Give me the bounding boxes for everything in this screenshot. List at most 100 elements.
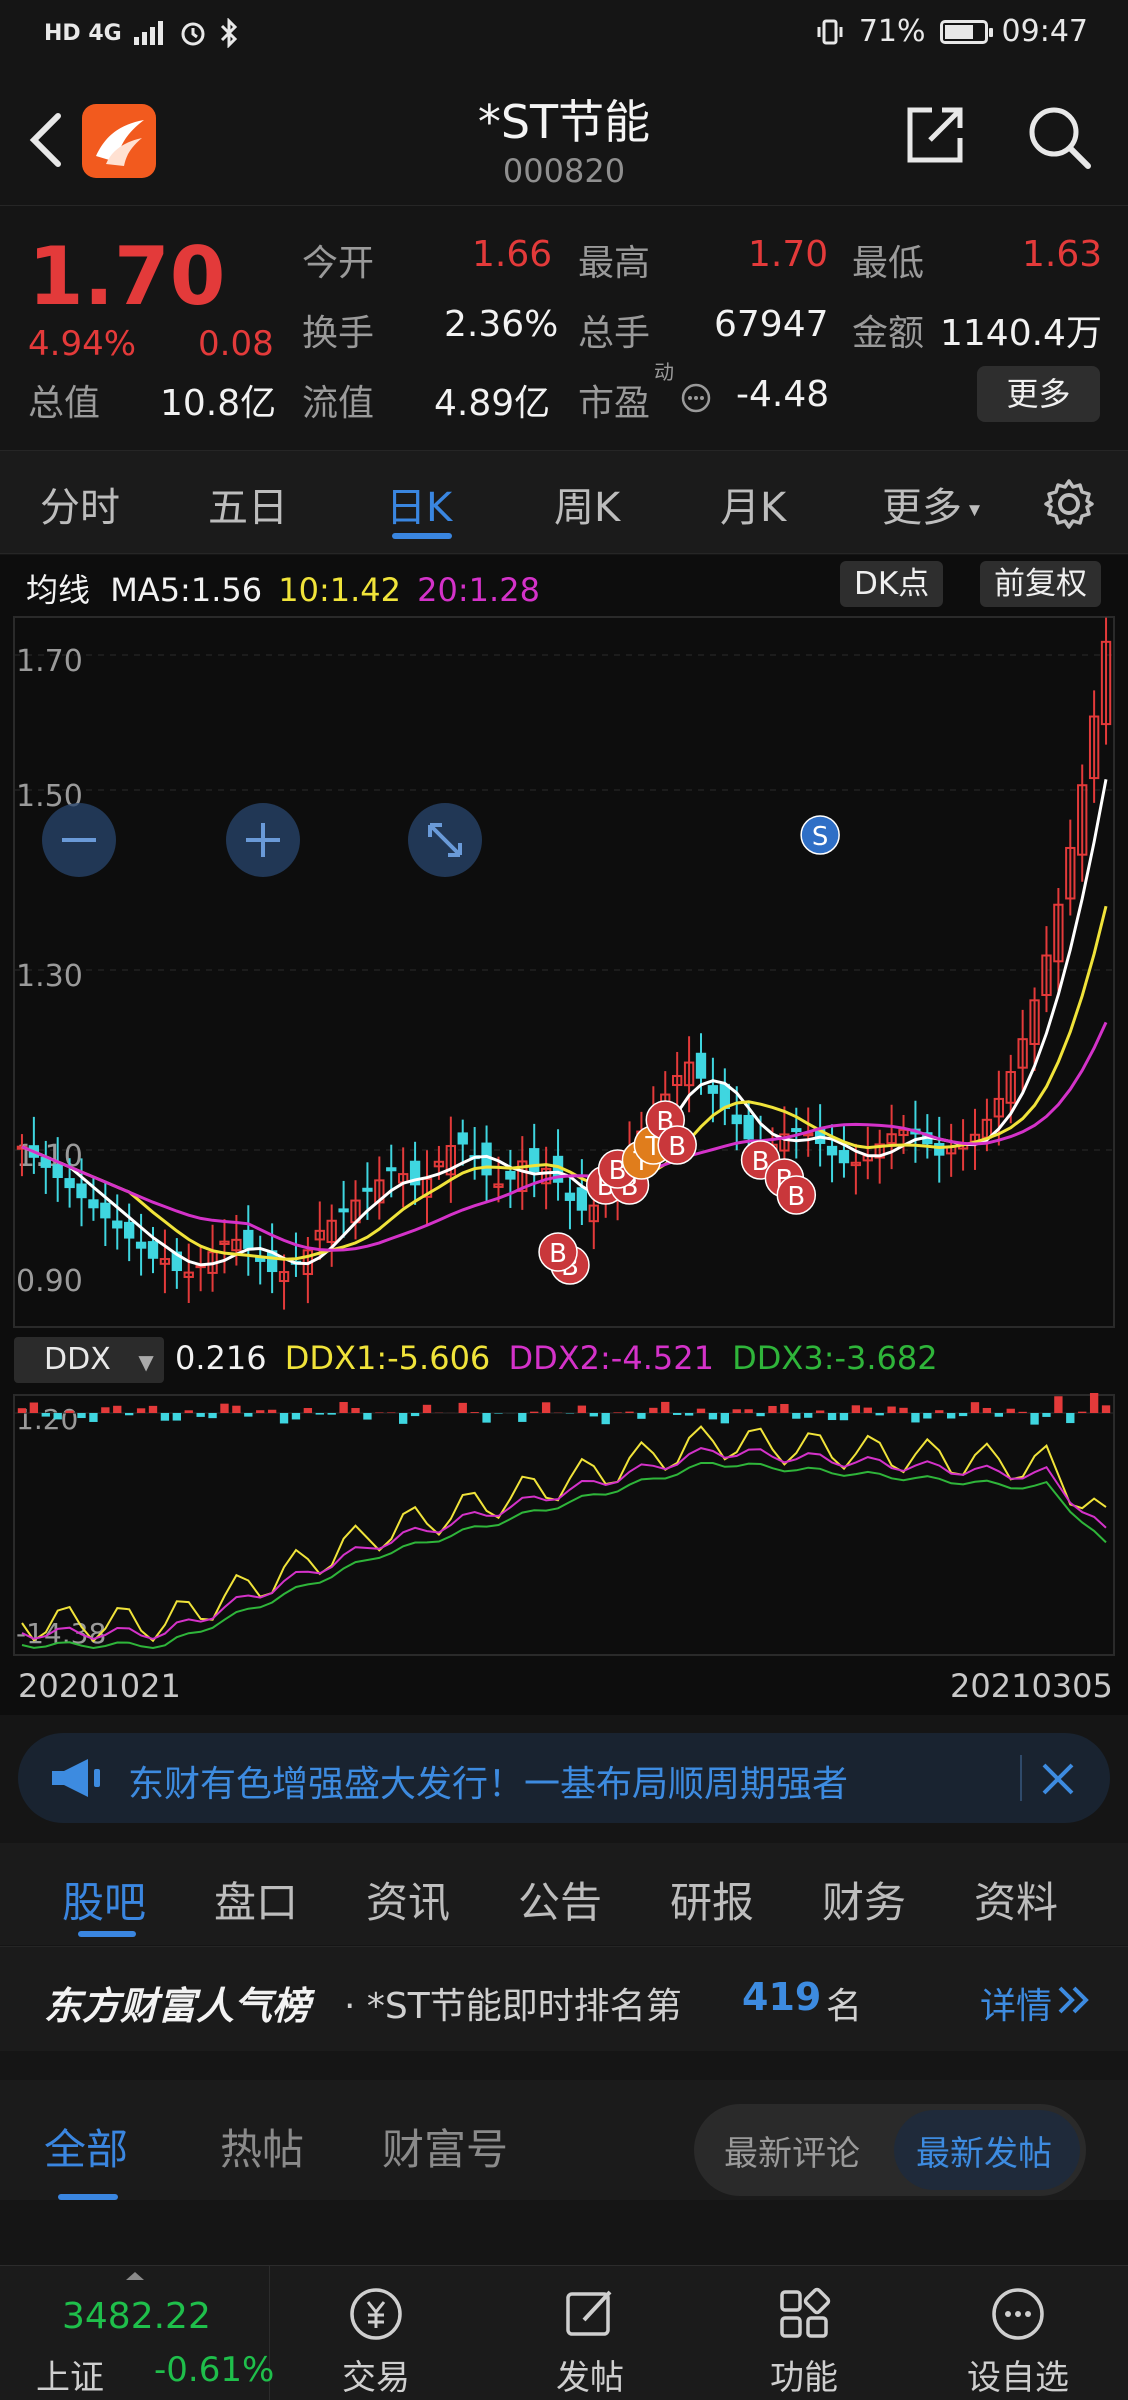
tab-daily-k[interactable]: 日K bbox=[386, 475, 452, 533]
y-tick-label: 1.30 bbox=[16, 959, 83, 994]
tab-finance[interactable]: 财务 bbox=[822, 1869, 906, 1930]
ddx-bar bbox=[29, 1402, 39, 1413]
tab-hot[interactable]: 热帖 bbox=[220, 2116, 304, 2177]
zoom-in-button[interactable] bbox=[226, 803, 300, 877]
battery-icon bbox=[939, 19, 993, 44]
info-tabs: 股吧 盘口 资讯 公告 研报 财务 资料 bbox=[0, 1843, 1128, 1945]
tab-weekly-k[interactable]: 周K bbox=[554, 475, 620, 533]
ddx-indicator-chart[interactable]: 1.20-14.38 bbox=[0, 1393, 1128, 1675]
candlestick-chart[interactable]: 1.701.501.301.100.90BBBBBTTBBBBBS bbox=[0, 615, 1128, 1335]
ddx2-line bbox=[21, 1447, 1107, 1641]
fullscreen-button[interactable] bbox=[408, 803, 482, 877]
total-mv-label: 总值 bbox=[28, 383, 101, 424]
ddx-bar bbox=[1006, 1408, 1015, 1413]
date-end: 20210305 bbox=[950, 1667, 1113, 1705]
tab-announcements[interactable]: 公告 bbox=[518, 1869, 602, 1930]
tab-profile[interactable]: 资料 bbox=[974, 1869, 1058, 1930]
ddx-bar bbox=[375, 1412, 384, 1413]
dk-point-button[interactable]: DK点 bbox=[840, 561, 944, 607]
low-value: 1.63 bbox=[1022, 234, 1103, 275]
last-price: 1.70 bbox=[28, 230, 226, 323]
ddx-frame bbox=[13, 1394, 1115, 1656]
ddx-legend: 0.216 DDX1:-5.606 DDX2:-4.521 DDX3:-3.68… bbox=[175, 1339, 938, 1377]
nav-functions[interactable]: 功能 bbox=[704, 2266, 904, 2400]
settings-gear-icon[interactable] bbox=[1042, 477, 1096, 531]
ddx-bar bbox=[518, 1413, 527, 1422]
candle-body bbox=[695, 1052, 707, 1079]
index-value: 3482.22 bbox=[62, 2296, 211, 2337]
tab-pankou[interactable]: 盘口 bbox=[214, 1869, 298, 1930]
tab-news[interactable]: 资讯 bbox=[366, 1869, 450, 1930]
tab-research[interactable]: 研报 bbox=[670, 1869, 754, 1930]
high-value: 1.70 bbox=[748, 234, 829, 275]
more-button[interactable]: 更多 bbox=[977, 366, 1100, 422]
caret-down-icon: ▼ bbox=[138, 1350, 154, 1374]
ddx-bar bbox=[649, 1407, 658, 1413]
ddx-bar bbox=[136, 1408, 146, 1413]
ddx-bar bbox=[89, 1413, 98, 1422]
zoom-out-button[interactable] bbox=[42, 803, 116, 877]
tab-monthly-k[interactable]: 月K bbox=[720, 475, 786, 533]
pe-superscript: 动 bbox=[654, 360, 674, 384]
price-adjust-button[interactable]: 前复权 bbox=[980, 561, 1101, 607]
search-icon[interactable] bbox=[1024, 102, 1094, 172]
ddx-bar bbox=[899, 1407, 908, 1413]
candle-body bbox=[112, 1220, 123, 1229]
sort-latest-comment[interactable]: 最新评论 bbox=[724, 2126, 860, 2175]
indicator-select[interactable]: DDX ▼ bbox=[14, 1337, 164, 1383]
index-ticker[interactable]: 3482.22 上证 -0.61% bbox=[0, 2266, 274, 2400]
candle-body bbox=[838, 1150, 850, 1164]
rank-detail-link[interactable]: 详情 bbox=[980, 1977, 1052, 2029]
volume-value: 67947 bbox=[714, 304, 829, 345]
tab-more[interactable]: 更多 ▾ bbox=[882, 475, 980, 533]
megaphone-icon bbox=[52, 1759, 100, 1797]
nav-trade[interactable]: 交易 bbox=[276, 2266, 476, 2400]
sort-latest-post[interactable]: 最新发帖 bbox=[916, 2126, 1052, 2175]
nav-post[interactable]: 发帖 bbox=[490, 2266, 690, 2400]
ddx-bar bbox=[1054, 1396, 1063, 1413]
kline-chart-panel: 均线 MA5:1.56 10:1.42 20:1.28 DK点 前复权 1.70… bbox=[0, 555, 1128, 1715]
nav-add-watchlist[interactable]: 设自选 bbox=[918, 2266, 1118, 2400]
close-icon[interactable] bbox=[1038, 1759, 1078, 1799]
ddx-bar bbox=[422, 1404, 432, 1413]
ddx-bar bbox=[827, 1413, 837, 1421]
minus-icon bbox=[62, 838, 96, 842]
ddx-bar bbox=[232, 1405, 241, 1413]
ddx-bar bbox=[970, 1402, 980, 1413]
nav-post-label: 发帖 bbox=[556, 2358, 624, 2398]
low-label: 最低 bbox=[852, 243, 925, 284]
amount-label: 金额 bbox=[852, 313, 925, 354]
candle-body bbox=[791, 1128, 802, 1133]
chart-frame bbox=[13, 616, 1115, 1328]
candle-body bbox=[135, 1241, 147, 1249]
popularity-rank-bar[interactable]: 东方财富人气榜 · *ST节能即时排名第 419 名 详情 bbox=[0, 1946, 1128, 2051]
tab-wealth-account[interactable]: 财富号 bbox=[382, 2116, 508, 2177]
more-dots-icon[interactable] bbox=[680, 382, 712, 414]
candle-body bbox=[707, 1085, 719, 1094]
promo-banner[interactable]: 东财有色增强盛大发行！一基布局顺周期强者 bbox=[18, 1733, 1110, 1823]
candle-body bbox=[338, 1208, 349, 1213]
tab-guba[interactable]: 股吧 bbox=[62, 1869, 146, 1930]
ddx-bar bbox=[541, 1402, 551, 1413]
signal-icon bbox=[133, 21, 163, 45]
candle-body bbox=[100, 1202, 111, 1219]
candle-body bbox=[243, 1229, 254, 1249]
nav-functions-label: 功能 bbox=[770, 2358, 838, 2398]
ddx-bar bbox=[589, 1413, 598, 1417]
alarm-icon bbox=[181, 22, 205, 46]
tab-intraday[interactable]: 分时 bbox=[40, 475, 120, 533]
share-icon[interactable] bbox=[904, 104, 966, 166]
ddx-bar bbox=[172, 1413, 181, 1421]
buy-signal-marker-label: B bbox=[787, 1182, 805, 1212]
ma20-line bbox=[21, 1021, 1108, 1252]
clock: 09:47 bbox=[1001, 14, 1088, 49]
ddx-bar bbox=[935, 1410, 944, 1413]
status-bar: HD 4G 71% 09:47 bbox=[0, 0, 1128, 70]
ddx-bar bbox=[911, 1413, 920, 1423]
tab-five-day[interactable]: 五日 bbox=[208, 475, 288, 533]
ddx-bar bbox=[1066, 1413, 1075, 1424]
expand-icon bbox=[428, 823, 462, 857]
ddx-bar bbox=[923, 1413, 932, 1419]
tab-all[interactable]: 全部 bbox=[44, 2116, 128, 2177]
ddx-bar bbox=[53, 1413, 62, 1420]
